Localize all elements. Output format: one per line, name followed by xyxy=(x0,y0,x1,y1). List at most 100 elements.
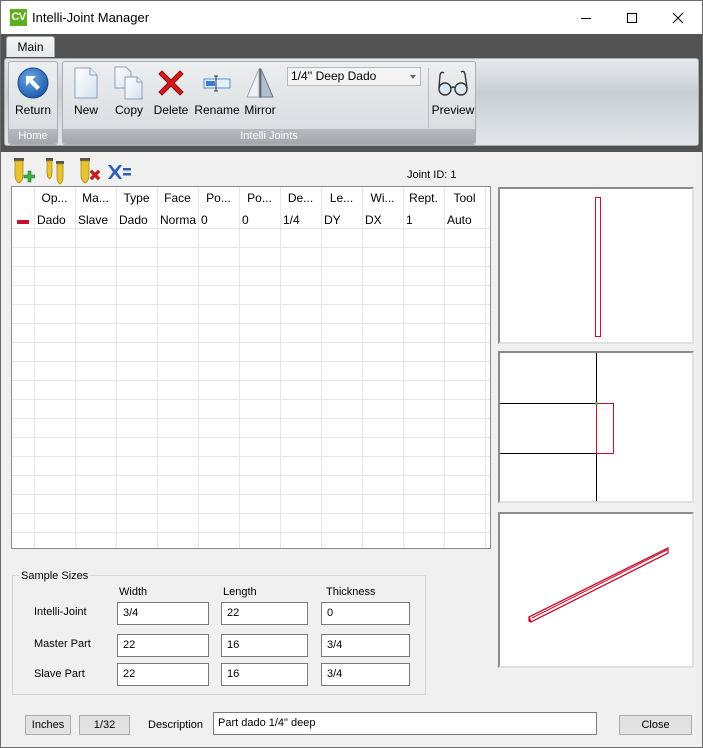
chevron-down-icon xyxy=(410,75,416,79)
description-field[interactable]: Part dado 1/4" deep xyxy=(213,712,597,735)
mirror-icon xyxy=(246,68,274,98)
duplicate-operation-icon xyxy=(46,158,64,185)
grid-lines xyxy=(12,187,490,548)
intelli-joint-thickness-field[interactable]: 0 xyxy=(321,602,410,625)
intelli-joints-group-label: Intelli Joints xyxy=(63,129,475,144)
section-view-drawing xyxy=(500,353,614,501)
grid-cell[interactable]: Auto xyxy=(444,211,485,230)
joint-select-dropdown[interactable]: 1/4'' Deep Dado xyxy=(287,67,421,86)
home-group-label: Home xyxy=(9,129,57,144)
master-part-row-label: Master Part xyxy=(34,638,91,650)
grid-cell[interactable]: DY xyxy=(321,211,362,230)
grid-cell[interactable]: DX xyxy=(362,211,403,230)
return-button[interactable]: Return xyxy=(9,66,57,118)
precision-button[interactable]: 1/32 xyxy=(79,715,130,735)
delete-operation-button[interactable] xyxy=(77,157,101,185)
grid-column-header[interactable]: Rept. xyxy=(403,189,444,208)
title-bar: CV Intelli-Joint Manager xyxy=(1,1,702,34)
new-document-icon xyxy=(74,67,98,99)
3d-view-drawing xyxy=(528,546,669,623)
preview-3d-view xyxy=(498,512,694,668)
master-part-length-field[interactable]: 16 xyxy=(221,634,308,657)
minimize-icon xyxy=(581,17,591,19)
glasses-icon xyxy=(438,70,468,96)
rename-label: Rename xyxy=(194,103,240,117)
copy-label: Copy xyxy=(114,103,143,117)
window-title: Intelli-Joint Manager xyxy=(32,10,150,25)
new-button[interactable]: New xyxy=(68,66,104,118)
ribbon-tabstrip: Main xyxy=(1,34,702,58)
copy-button[interactable]: Copy xyxy=(109,66,149,118)
rename-button[interactable]: Rename xyxy=(194,66,240,118)
copy-icon xyxy=(114,66,143,100)
grid-column-header[interactable]: Ma... xyxy=(75,189,116,208)
master-part-width-field[interactable]: 22 xyxy=(117,634,209,657)
grid-cell[interactable]: Slave xyxy=(75,211,116,230)
ribbon-group-home: Return Home xyxy=(8,61,58,145)
add-operation-icon xyxy=(14,158,36,184)
new-label: New xyxy=(73,103,98,117)
maximize-icon xyxy=(627,12,637,23)
grid-column-header[interactable]: Tool xyxy=(444,189,485,208)
grid-column-header[interactable]: Le... xyxy=(321,189,362,208)
joint-id-label: Joint ID: 1 xyxy=(407,169,457,181)
grid-cell[interactable]: Dado xyxy=(116,211,157,230)
duplicate-operation-button[interactable] xyxy=(44,157,68,185)
close-window-button[interactable] xyxy=(655,1,701,34)
formula-button[interactable] xyxy=(107,157,131,185)
length-column-label: Length xyxy=(223,586,257,598)
preview-label: Preview xyxy=(431,103,475,117)
sample-sizes-legend: Sample Sizes xyxy=(19,570,91,582)
slave-part-length-field[interactable]: 16 xyxy=(221,663,308,686)
ribbon: Return Home New Copy Delete Rename Mirro… xyxy=(4,58,699,146)
grid-column-header[interactable]: Face xyxy=(157,189,198,208)
preview-section-view xyxy=(498,351,694,503)
intelli-joint-length-field[interactable]: 22 xyxy=(221,602,308,625)
grid-cell[interactable]: 1 xyxy=(403,211,444,230)
ribbon-group-intelli-joints: New Copy Delete Rename Mirror 1/4'' Deep… xyxy=(62,61,476,145)
master-part-thickness-field[interactable]: 3/4 xyxy=(321,634,410,657)
joint-select-value: 1/4'' Deep Dado xyxy=(291,69,377,83)
dado-operation-icon xyxy=(17,218,29,224)
formula-icon xyxy=(108,165,131,179)
close-icon xyxy=(672,12,684,23)
return-arrow-icon xyxy=(17,67,49,99)
ribbon-bottom-border xyxy=(1,149,702,152)
mirror-label: Mirror xyxy=(244,103,276,117)
close-button[interactable]: Close xyxy=(619,715,692,735)
intelli-joint-manager-window: CV Intelli-Joint Manager Main Return Hom… xyxy=(0,0,703,748)
units-button[interactable]: Inches xyxy=(25,715,71,735)
delete-x-icon xyxy=(158,70,184,96)
intelli-joint-width-field[interactable]: 3/4 xyxy=(117,602,209,625)
preview-button[interactable]: Preview xyxy=(431,66,475,118)
tab-main[interactable]: Main xyxy=(6,36,55,58)
grid-cell[interactable]: 0 xyxy=(198,211,239,230)
mirror-button[interactable]: Mirror xyxy=(240,66,280,118)
slave-part-row-label: Slave Part xyxy=(34,668,85,680)
add-operation-button[interactable] xyxy=(11,157,36,185)
width-column-label: Width xyxy=(119,586,148,598)
grid-cell[interactable]: 0 xyxy=(239,211,280,230)
grid-column-header[interactable]: De... xyxy=(280,189,321,208)
minimize-button[interactable] xyxy=(563,1,609,34)
slave-part-thickness-field[interactable]: 3/4 xyxy=(321,663,410,686)
grid-cell[interactable]: 1/4 xyxy=(280,211,321,230)
grid-column-header[interactable]: Type xyxy=(116,189,157,208)
app-logo-icon: CV xyxy=(10,9,27,26)
rename-icon xyxy=(203,75,231,92)
maximize-button[interactable] xyxy=(609,1,655,34)
grid-column-header[interactable]: Po... xyxy=(198,189,239,208)
grid-cell[interactable]: Norma xyxy=(157,211,198,230)
description-label: Description xyxy=(148,719,204,731)
delete-label: Delete xyxy=(153,103,189,117)
delete-button[interactable]: Delete xyxy=(151,66,191,118)
slave-part-width-field[interactable]: 22 xyxy=(117,663,209,686)
return-label: Return xyxy=(14,103,52,117)
grid-column-header[interactable]: Op... xyxy=(34,189,75,208)
intelli-joint-row-label: Intelli-Joint xyxy=(34,606,87,618)
grid-column-header[interactable]: Po... xyxy=(239,189,280,208)
thickness-column-label: Thickness xyxy=(326,586,376,598)
grid-column-header[interactable]: Wi... xyxy=(362,189,403,208)
operations-grid[interactable]: Op... Ma... Type Face Po... Po... De... Le... Wi… xyxy=(11,186,491,549)
grid-cell[interactable]: Dado xyxy=(34,211,75,230)
